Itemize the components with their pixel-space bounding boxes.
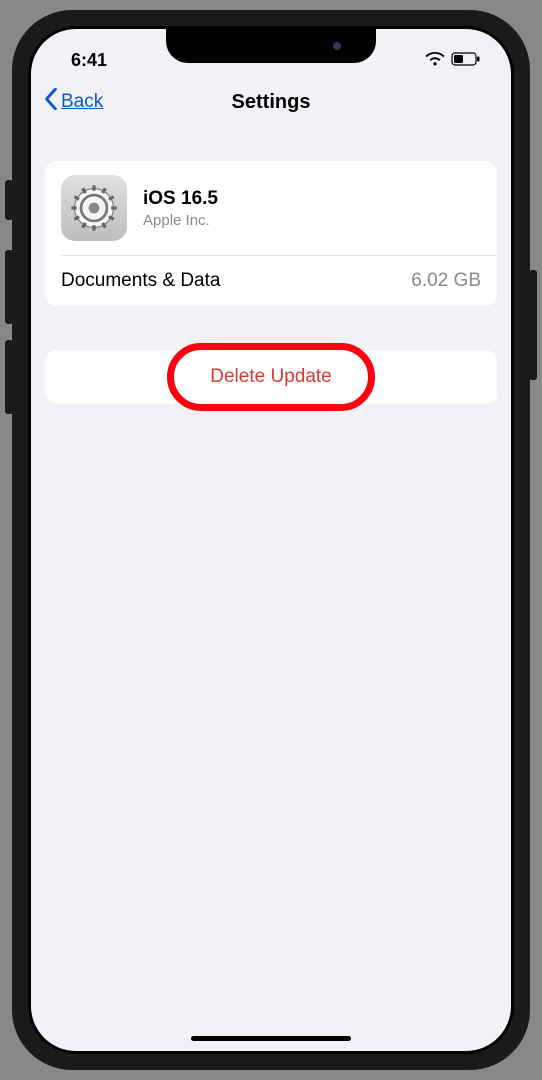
settings-gear-icon <box>61 175 127 241</box>
battery-icon <box>451 50 481 71</box>
back-button[interactable]: Back <box>43 88 103 116</box>
page-title: Settings <box>232 91 311 114</box>
delete-update-card: Delete Update <box>45 350 497 404</box>
update-vendor: Apple Inc. <box>143 212 218 229</box>
documents-data-size: 6.02 GB <box>411 270 481 292</box>
delete-update-button[interactable]: Delete Update <box>210 366 331 388</box>
update-name: iOS 16.5 <box>143 188 218 210</box>
home-indicator[interactable] <box>191 1036 351 1041</box>
documents-data-row[interactable]: Documents & Data 6.02 GB <box>45 256 497 306</box>
documents-data-label: Documents & Data <box>61 270 220 292</box>
chevron-left-icon <box>43 88 59 116</box>
back-label: Back <box>61 91 103 113</box>
wifi-icon <box>425 50 445 71</box>
status-time: 6:41 <box>71 50 107 71</box>
update-header-row[interactable]: iOS 16.5 Apple Inc. <box>45 161 497 255</box>
update-info-card: iOS 16.5 Apple Inc. Documents & Data 6.0… <box>45 161 497 306</box>
nav-bar: Back Settings <box>31 77 511 127</box>
